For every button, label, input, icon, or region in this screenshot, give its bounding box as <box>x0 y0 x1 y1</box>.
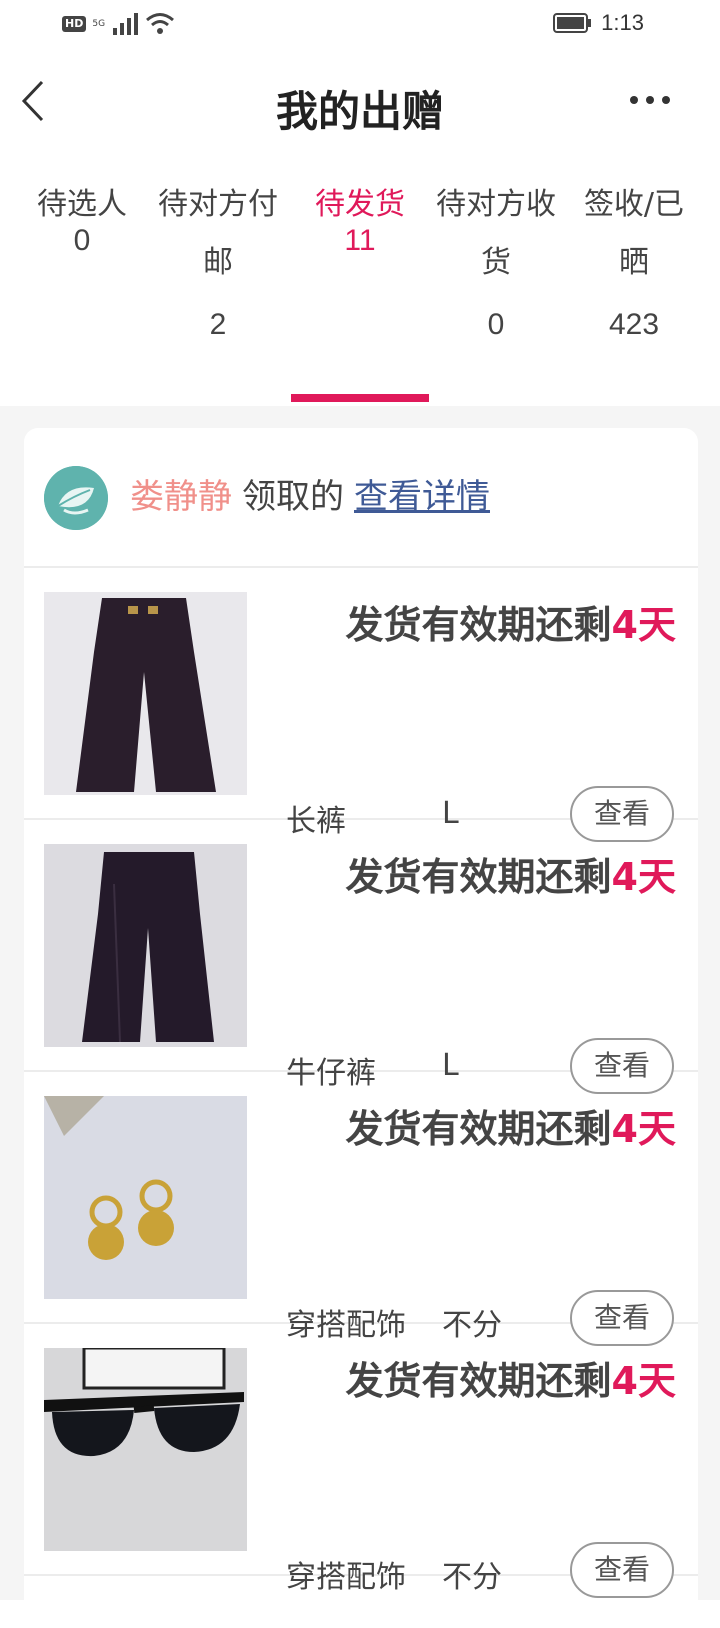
title-bar: 我的出赠 <box>0 60 720 150</box>
deadline-text: 发货有效期还剩 <box>345 1359 612 1403</box>
page-title: 我的出赠 <box>275 87 444 136</box>
list-item: 发货有效期还剩4天 穿搭配饰 不分 查看 <box>24 1072 698 1346</box>
item-name: 穿搭配饰 <box>286 1560 406 1595</box>
leaf-icon <box>44 466 108 530</box>
tab-count: 0 <box>73 224 91 257</box>
tab-label-line2: 晒 <box>619 245 649 280</box>
deadline-text: 发货有效期还剩 <box>345 1107 612 1151</box>
status-left: HD 5G <box>62 12 175 36</box>
tab-label: 签收/已 <box>583 187 685 222</box>
item-image[interactable] <box>44 1348 247 1551</box>
view-button[interactable]: 查看 <box>570 1542 674 1598</box>
tab-label: 待对方付 <box>158 187 278 222</box>
trousers-image <box>44 592 247 795</box>
ship-deadline: 发货有效期还剩4天 <box>346 594 676 649</box>
jeans-image <box>44 844 247 1047</box>
receiver-line: 娄静静 领取的 查看详情 <box>130 472 490 522</box>
tab-label: 待发货 <box>315 187 405 222</box>
status-time: 1:13 <box>601 10 644 35</box>
list-item: 发货有效期还剩4天 牛仔裤 L 查看 <box>24 820 698 1094</box>
more-icon <box>630 96 670 104</box>
tab-label: 待选人 <box>37 187 127 222</box>
list-item: 发货有效期还剩4天 长裤 L 查看 <box>24 568 698 842</box>
status-bar: HD 5G 1:13 <box>0 0 720 48</box>
earrings-image <box>44 1096 247 1299</box>
item-image[interactable] <box>44 1096 247 1299</box>
tab-label: 待对方收 <box>436 187 556 222</box>
wifi-icon <box>146 13 175 34</box>
active-tab-indicator <box>291 394 429 402</box>
gift-card: 娄静静 领取的 查看详情 发货有效期还剩4天 长裤 L 查看 发货有效期还剩4天 牛 <box>24 428 698 1628</box>
receiver-name[interactable]: 娄静静 <box>130 477 232 517</box>
deadline-days: 4天 <box>611 855 676 899</box>
tab-count: 11 <box>344 224 376 257</box>
ship-deadline: 发货有效期还剩4天 <box>346 1350 676 1405</box>
view-details-link[interactable]: 查看详情 <box>354 477 490 517</box>
deadline-text: 发货有效期还剩 <box>345 603 612 647</box>
ship-deadline: 发货有效期还剩4天 <box>346 846 676 901</box>
item-size: 不分 <box>442 1560 502 1595</box>
network-label: 5G <box>92 19 106 29</box>
tab-count: 423 <box>608 308 660 341</box>
tab-label-line2: 邮 <box>203 245 233 280</box>
card-header: 娄静静 领取的 查看详情 <box>24 428 698 568</box>
tab-count: 2 <box>209 308 227 341</box>
sunglasses-image <box>44 1348 247 1551</box>
deadline-text: 发货有效期还剩 <box>345 855 612 899</box>
received-text: 领取的 <box>242 477 344 517</box>
tab-count: 0 <box>487 308 505 341</box>
item-image[interactable] <box>44 592 247 795</box>
status-right: 1:13 <box>553 10 644 36</box>
battery-icon <box>553 13 592 33</box>
list-item: 发货有效期还剩4天 穿搭配饰 不分 查看 <box>24 1324 698 1598</box>
status-tabs: 待选人 0 待对方付 邮 2 待发货 11 待对方收 货 0 签收/已 晒 42… <box>0 180 720 402</box>
tab-pending-postage[interactable]: 待对方付 邮 2 <box>150 180 286 342</box>
ship-deadline: 发货有效期还剩4天 <box>346 1098 676 1153</box>
deadline-days: 4天 <box>611 603 676 647</box>
hd-badge: HD <box>62 16 87 32</box>
tab-label-line2: 货 <box>481 245 511 280</box>
deadline-days: 4天 <box>611 1107 676 1151</box>
item-image[interactable] <box>44 844 247 1047</box>
signal-icon <box>113 13 139 35</box>
avatar[interactable] <box>44 466 108 530</box>
tab-pending-ship[interactable]: 待发货 11 <box>292 180 428 258</box>
tab-pending-receive[interactable]: 待对方收 货 0 <box>428 180 564 342</box>
more-button[interactable] <box>626 90 676 110</box>
deadline-days: 4天 <box>611 1359 676 1403</box>
tab-pending-select[interactable]: 待选人 0 <box>14 180 150 258</box>
tab-signed-shared[interactable]: 签收/已 晒 423 <box>566 180 702 342</box>
